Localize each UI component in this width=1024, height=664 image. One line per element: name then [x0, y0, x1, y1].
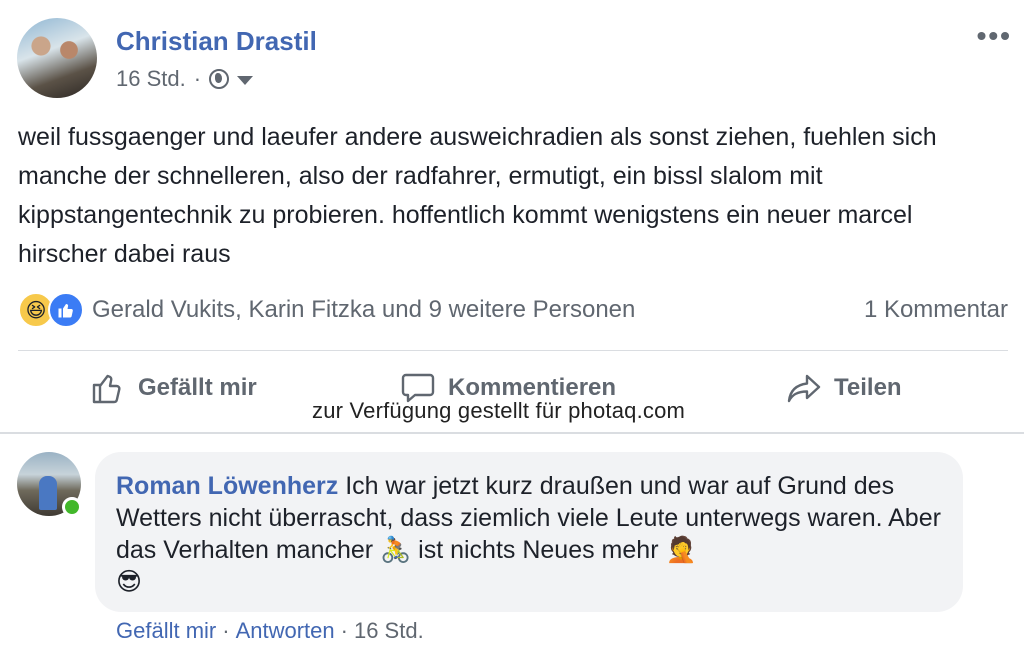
- more-options-icon[interactable]: •••: [977, 20, 1012, 52]
- author-avatar[interactable]: [17, 18, 97, 98]
- like-label: Gefällt mir: [138, 374, 257, 401]
- comment-text-part2: ist nichts Neues mehr: [411, 536, 666, 564]
- reaction-names[interactable]: Gerald Vukits, Karin Fitzka und 9 weiter…: [92, 296, 635, 324]
- post-meta: 16 Std. ·: [116, 66, 254, 92]
- meta-separator: ·: [193, 66, 202, 91]
- comment-text: Roman Löwenherz Ich war jetzt kurz drauß…: [116, 470, 946, 598]
- watermark-text: zur Verfügung gestellt für photaq.com: [312, 398, 686, 423]
- share-label: Teilen: [834, 374, 902, 401]
- comment-reply-link[interactable]: Antworten: [236, 618, 335, 644]
- online-status-dot: [62, 497, 82, 517]
- bike-emoji-icon: 🚴: [380, 536, 412, 564]
- post-author-name[interactable]: Christian Drastil: [116, 26, 317, 57]
- divider: [18, 350, 1008, 351]
- post-timestamp[interactable]: 16 Std.: [116, 66, 186, 92]
- comment-footer: Gefällt mir · Antworten · 16 Std.: [116, 618, 424, 644]
- post-text: weil fussgaenger und laeufer andere ausw…: [18, 123, 937, 268]
- comment-count[interactable]: 1 Kommentar: [864, 296, 1008, 324]
- share-arrow-icon: [786, 370, 822, 406]
- comments-divider: [0, 432, 1024, 434]
- reactions-summary[interactable]: 😆 Gerald Vukits, Karin Fitzka und 9 weit…: [18, 292, 635, 328]
- footer-separator: ·: [340, 618, 348, 643]
- audience-caret-icon[interactable]: [237, 76, 254, 85]
- like-reaction-icon: [48, 292, 84, 328]
- thumbs-up-icon: [90, 370, 126, 406]
- facebook-post: Christian Drastil 16 Std. · ••• weil fus…: [0, 0, 1024, 664]
- comment-like-link[interactable]: Gefällt mir: [116, 618, 216, 644]
- comment-timestamp[interactable]: 16 Std.: [354, 618, 424, 644]
- facepalm-emoji-icon: 🤦: [665, 536, 697, 564]
- globe-icon: [209, 69, 230, 89]
- comment-author[interactable]: Roman Löwenherz: [116, 472, 338, 500]
- share-button[interactable]: Teilen: [786, 370, 902, 406]
- sunglasses-emoji-icon: 😎: [116, 568, 143, 596]
- like-button[interactable]: Gefällt mir: [90, 370, 257, 406]
- footer-separator: ·: [222, 618, 230, 643]
